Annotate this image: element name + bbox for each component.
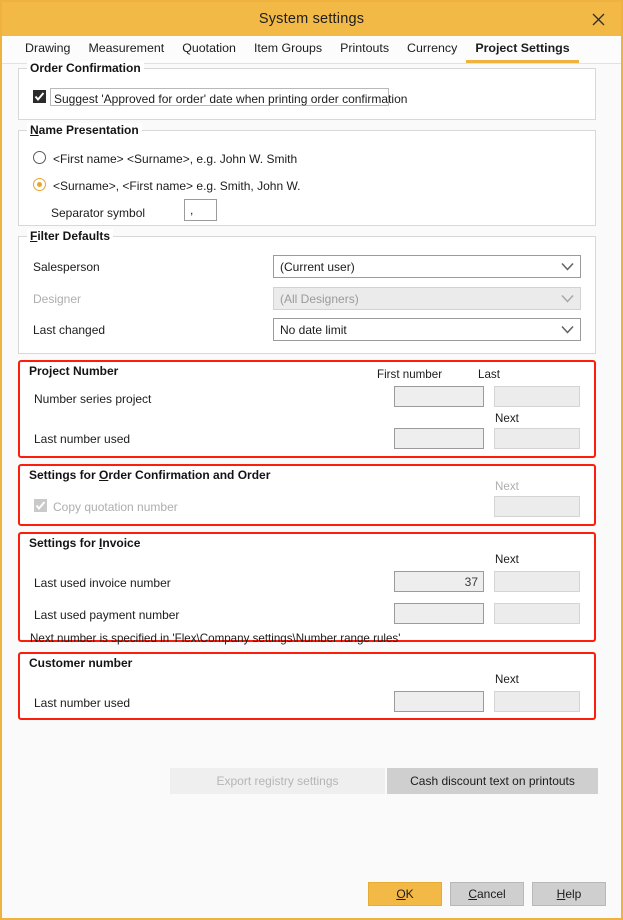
designer-dropdown: (All Designers) [273, 287, 581, 310]
group-customer-number: Customer number Next Last number used [18, 652, 596, 720]
separator-symbol-label: Separator symbol [51, 206, 145, 220]
order-next-header: Next [495, 480, 519, 493]
settings-content: Order Confirmation Suggest 'Approved for… [2, 64, 621, 918]
group-title-name-presentation: Name Presentation [27, 123, 142, 137]
last-used-payment-number-label: Last used payment number [34, 608, 179, 622]
cancel-button[interactable]: Cancel [450, 882, 524, 906]
group-order-settings: Settings for Order Confirmation and Orde… [18, 464, 596, 526]
radio-firstname-surname-label: <First name> <Surname>, e.g. John W. Smi… [53, 152, 297, 166]
customer-next-input [494, 691, 580, 712]
invoice-note: Next number is specified in 'Flex\Compan… [30, 632, 400, 645]
project-first-number-header: First number [377, 368, 442, 381]
last-used-invoice-number-label: Last used invoice number [34, 576, 171, 590]
salesperson-dropdown[interactable]: (Current user) [273, 255, 581, 278]
tab-currency[interactable]: Currency [398, 41, 466, 63]
project-last-number-used-label: Last number used [34, 432, 130, 446]
last-changed-label: Last changed [33, 323, 105, 337]
suggest-approved-date-checkbox[interactable] [33, 90, 46, 103]
last-changed-dropdown[interactable]: No date limit [273, 318, 581, 341]
last-used-invoice-number-input[interactable]: 37 [394, 571, 484, 592]
number-series-project-label: Number series project [34, 392, 151, 406]
separator-symbol-input[interactable]: , [184, 199, 217, 221]
group-title-project-number: Project Number [26, 364, 121, 378]
radio-firstname-surname[interactable] [33, 151, 46, 164]
project-last-number-used-input[interactable] [394, 428, 484, 449]
suggest-approved-date-label: Suggest 'Approved for order' date when p… [54, 92, 407, 106]
group-title-invoice-settings: Settings for Invoice [26, 536, 143, 550]
chevron-down-icon [560, 325, 574, 334]
customer-last-number-used-label: Last number used [34, 696, 130, 710]
tab-project-settings[interactable]: Project Settings [466, 41, 578, 63]
tab-item-groups[interactable]: Item Groups [245, 41, 331, 63]
dialog-button-bar: OK Cancel Help [2, 882, 621, 906]
customer-next-header: Next [495, 673, 519, 686]
tab-strip: Drawing Measurement Quotation Item Group… [2, 36, 621, 64]
group-title-order-settings: Settings for Order Confirmation and Orde… [26, 468, 273, 482]
copy-quotation-number-checkbox [34, 499, 47, 512]
group-invoice-settings: Settings for Invoice Next Last used invo… [18, 532, 596, 642]
group-title-customer-number: Customer number [26, 656, 135, 670]
number-series-last-input [494, 386, 580, 407]
payment-next-input [494, 603, 580, 624]
ok-button[interactable]: OK [368, 882, 442, 906]
salesperson-value: (Current user) [280, 260, 560, 274]
group-filter-defaults: Filter Defaults Salesperson (Current use… [18, 236, 596, 354]
export-registry-settings-button: Export registry settings [170, 768, 385, 794]
project-next-header: Next [495, 412, 519, 425]
designer-value: (All Designers) [280, 292, 560, 306]
tab-drawing[interactable]: Drawing [16, 41, 79, 63]
radio-surname-firstname[interactable] [33, 178, 46, 191]
group-order-confirmation: Order Confirmation Suggest 'Approved for… [18, 68, 596, 120]
salesperson-label: Salesperson [33, 260, 100, 274]
tab-measurement[interactable]: Measurement [79, 41, 173, 63]
chevron-down-icon [560, 294, 574, 303]
invoice-next-header: Next [495, 553, 519, 566]
group-title-filter-defaults: Filter Defaults [27, 229, 113, 243]
cash-discount-text-button[interactable]: Cash discount text on printouts [387, 768, 598, 794]
help-button[interactable]: Help [532, 882, 606, 906]
designer-label: Designer [33, 292, 81, 306]
title-bar: System settings [2, 2, 621, 36]
invoice-next-input [494, 571, 580, 592]
order-next-input [494, 496, 580, 517]
window-title: System settings [259, 11, 364, 27]
group-name-presentation: Name Presentation <First name> <Surname>… [18, 130, 596, 226]
last-changed-value: No date limit [280, 323, 560, 337]
system-settings-dialog: System settings Drawing Measurement Quot… [0, 0, 623, 920]
radio-surname-firstname-label: <Surname>, <First name> e.g. Smith, John… [53, 179, 300, 193]
copy-quotation-number-label: Copy quotation number [53, 500, 178, 514]
customer-last-number-used-input[interactable] [394, 691, 484, 712]
project-next-input [494, 428, 580, 449]
tab-quotation[interactable]: Quotation [173, 41, 245, 63]
group-project-number: Project Number First number Last Number … [18, 360, 596, 458]
number-series-first-input[interactable] [394, 386, 484, 407]
project-last-header: Last [478, 368, 500, 381]
last-used-payment-number-input[interactable] [394, 603, 484, 624]
chevron-down-icon [560, 262, 574, 271]
group-title-order-confirmation: Order Confirmation [27, 61, 144, 75]
tab-printouts[interactable]: Printouts [331, 41, 398, 63]
close-icon[interactable] [581, 2, 615, 36]
